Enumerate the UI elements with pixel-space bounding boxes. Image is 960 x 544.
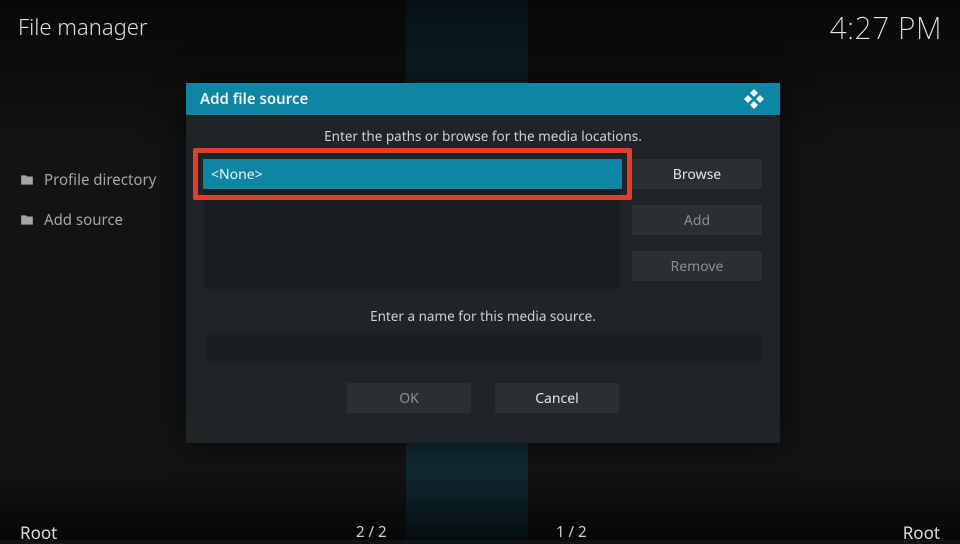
path-list[interactable]: <None>: [204, 159, 620, 289]
status-right-label: Root: [903, 521, 940, 544]
name-prompt: Enter a name for this media source.: [204, 307, 762, 325]
background-fade-bottom: [0, 470, 960, 540]
dialog-footer-buttons: OK Cancel: [204, 383, 762, 413]
clock: 4:27 PM: [830, 7, 942, 48]
file-item-profile-directory[interactable]: Profile directory: [0, 160, 200, 200]
path-entry-selected[interactable]: <None>: [203, 159, 622, 189]
folder-icon: [20, 213, 34, 227]
paths-prompt: Enter the paths or browse for the media …: [204, 127, 762, 145]
page-title: File manager: [18, 12, 148, 42]
status-right-position: 1 / 2: [556, 522, 587, 542]
browse-button[interactable]: Browse: [632, 159, 762, 189]
path-side-buttons: Browse Add Remove: [632, 159, 762, 289]
remove-button[interactable]: Remove: [632, 251, 762, 281]
file-item-add-source[interactable]: Add source: [0, 200, 200, 240]
media-name-input[interactable]: [206, 335, 761, 363]
add-file-source-dialog: Add file source Enter the paths or brows…: [186, 83, 780, 443]
dialog-header: Add file source: [186, 83, 780, 115]
add-button[interactable]: Add: [632, 205, 762, 235]
file-item-label: Profile directory: [44, 170, 156, 190]
status-left-position: 2 / 2: [356, 522, 387, 542]
status-left-label: Root: [20, 521, 57, 544]
path-area: <None> Browse Add Remove: [204, 159, 762, 289]
cancel-button[interactable]: Cancel: [495, 383, 619, 413]
kodi-logo-icon: [742, 87, 766, 111]
file-list-left: Profile directory Add source: [0, 160, 200, 240]
dialog-title: Add file source: [200, 89, 308, 109]
ok-button[interactable]: OK: [347, 383, 471, 413]
folder-icon: [20, 173, 34, 187]
dialog-body: Enter the paths or browse for the media …: [186, 115, 780, 413]
file-item-label: Add source: [44, 210, 123, 230]
top-bar: File manager 4:27 PM: [0, 6, 960, 48]
